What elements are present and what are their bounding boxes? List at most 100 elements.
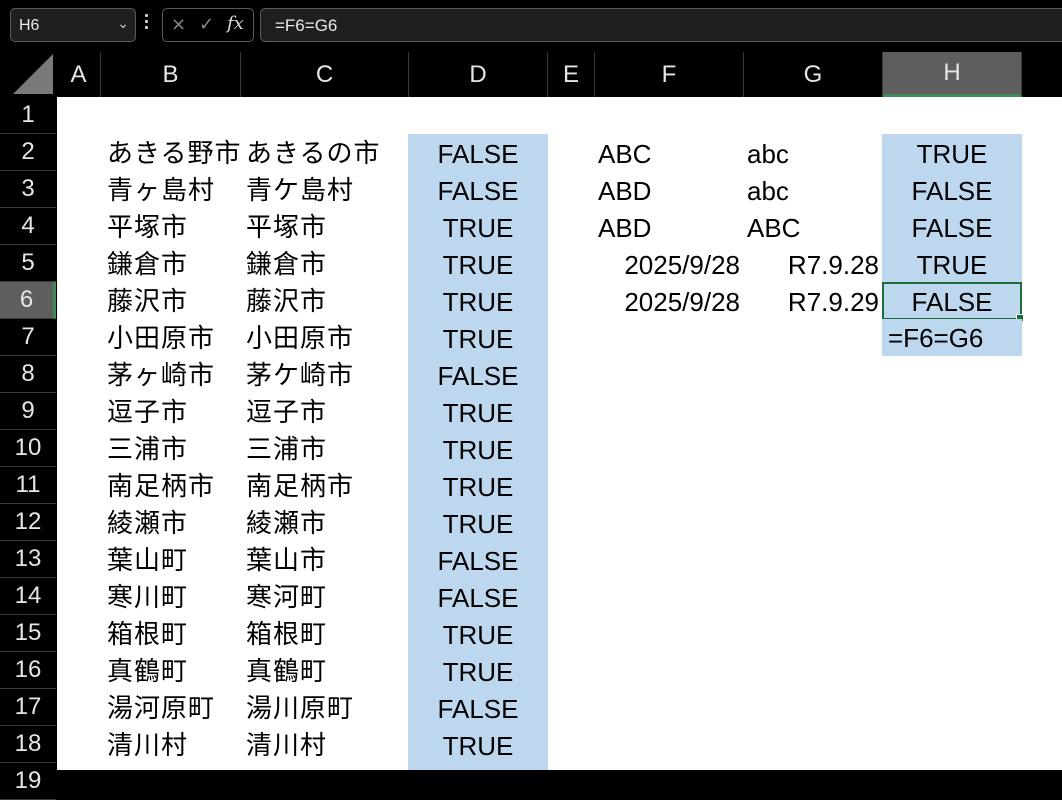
cell-b4[interactable]: 平塚市: [107, 208, 247, 245]
cell-c10[interactable]: 三浦市: [246, 430, 414, 467]
cell-h4[interactable]: FALSE: [882, 208, 1022, 245]
cell-d17[interactable]: FALSE: [408, 689, 548, 726]
column-header-f[interactable]: F: [595, 52, 744, 97]
cell-g2[interactable]: abc: [747, 134, 883, 171]
cell-h7-editing[interactable]: =F6=G6: [882, 319, 1022, 356]
column-header-c[interactable]: C: [241, 52, 409, 97]
cell-d9[interactable]: TRUE: [408, 393, 548, 430]
row-header-3[interactable]: 3: [0, 171, 56, 208]
insert-function-icon[interactable]: fx: [227, 13, 244, 34]
cell-h3[interactable]: FALSE: [882, 171, 1022, 208]
name-box-value[interactable]: H6: [19, 17, 39, 35]
row-header-6[interactable]: 6: [0, 282, 56, 319]
cell-c18[interactable]: 清川村: [246, 726, 414, 763]
column-header-e[interactable]: E: [548, 52, 595, 97]
chevron-down-icon[interactable]: ⌄: [117, 16, 129, 32]
cell-c8[interactable]: 茅ケ崎市: [246, 356, 414, 393]
cell-d4[interactable]: TRUE: [408, 208, 548, 245]
cell-b3[interactable]: 青ヶ島村: [107, 171, 247, 208]
cell-d7[interactable]: TRUE: [408, 319, 548, 356]
cell-b12[interactable]: 綾瀬市: [107, 504, 247, 541]
row-header-9[interactable]: 9: [0, 393, 56, 430]
cell-c3[interactable]: 青ケ島村: [246, 171, 414, 208]
row-header-12[interactable]: 12: [0, 504, 56, 541]
cell-c5[interactable]: 鎌倉市: [246, 245, 414, 282]
cell-c2[interactable]: あきるの市: [246, 134, 414, 171]
cell-g6[interactable]: R7.9.29: [744, 282, 883, 319]
cell-c9[interactable]: 逗子市: [246, 393, 414, 430]
name-box[interactable]: H6 ⌄: [10, 8, 136, 42]
select-all-button[interactable]: [0, 52, 56, 97]
column-header-b[interactable]: B: [101, 52, 241, 97]
formula-input-value[interactable]: =F6=G6: [275, 16, 337, 36]
cell-b7[interactable]: 小田原市: [107, 319, 247, 356]
cell-b8[interactable]: 茅ヶ崎市: [107, 356, 247, 393]
cell-f5[interactable]: 2025/9/28: [595, 245, 744, 282]
cell-d5[interactable]: TRUE: [408, 245, 548, 282]
cell-b10[interactable]: 三浦市: [107, 430, 247, 467]
row-header-15[interactable]: 15: [0, 615, 56, 652]
cell-d10[interactable]: TRUE: [408, 430, 548, 467]
cell-b13[interactable]: 葉山町: [107, 541, 247, 578]
cell-b14[interactable]: 寒川町: [107, 578, 247, 615]
cell-b17[interactable]: 湯河原町: [107, 689, 247, 726]
row-header-8[interactable]: 8: [0, 356, 56, 393]
cell-f6[interactable]: 2025/9/28: [595, 282, 744, 319]
row-header-4[interactable]: 4: [0, 208, 56, 245]
cell-d18[interactable]: TRUE: [408, 726, 548, 763]
row-header-13[interactable]: 13: [0, 541, 56, 578]
row-header-11[interactable]: 11: [0, 467, 56, 504]
cell-f3[interactable]: ABD: [598, 171, 744, 208]
cell-c11[interactable]: 南足柄市: [246, 467, 414, 504]
row-header-17[interactable]: 17: [0, 689, 56, 726]
enter-icon[interactable]: ✓: [199, 14, 214, 35]
cell-g5[interactable]: R7.9.28: [744, 245, 883, 282]
cell-g3[interactable]: abc: [747, 171, 883, 208]
row-header-10[interactable]: 10: [0, 430, 56, 467]
cell-b18[interactable]: 清川村: [107, 726, 247, 763]
column-header-a[interactable]: A: [57, 52, 101, 97]
row-header-19[interactable]: 19: [0, 763, 56, 800]
column-header-h[interactable]: H: [883, 52, 1022, 97]
cell-b11[interactable]: 南足柄市: [107, 467, 247, 504]
cell-d6[interactable]: TRUE: [408, 282, 548, 319]
cell-c15[interactable]: 箱根町: [246, 615, 414, 652]
cell-h5[interactable]: TRUE: [882, 245, 1022, 282]
cell-b6[interactable]: 藤沢市: [107, 282, 247, 319]
row-header-5[interactable]: 5: [0, 245, 56, 282]
cell-c16[interactable]: 真鶴町: [246, 652, 414, 689]
cell-d15[interactable]: TRUE: [408, 615, 548, 652]
column-header-g[interactable]: G: [744, 52, 883, 97]
cell-d12[interactable]: TRUE: [408, 504, 548, 541]
cell-b9[interactable]: 逗子市: [107, 393, 247, 430]
cell-b2[interactable]: あきる野市: [107, 134, 247, 171]
cell-c4[interactable]: 平塚市: [246, 208, 414, 245]
row-header-7[interactable]: 7: [0, 319, 56, 356]
cell-c13[interactable]: 葉山市: [246, 541, 414, 578]
row-header-1[interactable]: 1: [0, 97, 56, 134]
cell-c7[interactable]: 小田原市: [246, 319, 414, 356]
more-options-icon[interactable]: [145, 14, 149, 32]
row-header-18[interactable]: 18: [0, 726, 56, 763]
cell-c14[interactable]: 寒河町: [246, 578, 414, 615]
cell-f2[interactable]: ABC: [598, 134, 744, 171]
row-header-14[interactable]: 14: [0, 578, 56, 615]
cell-f4[interactable]: ABD: [598, 208, 744, 245]
cell-h2[interactable]: TRUE: [882, 134, 1022, 171]
cell-b16[interactable]: 真鶴町: [107, 652, 247, 689]
cell-d8[interactable]: FALSE: [408, 356, 548, 393]
formula-input[interactable]: =F6=G6: [260, 8, 1062, 42]
cell-d3[interactable]: FALSE: [408, 171, 548, 208]
cancel-icon[interactable]: ×: [171, 14, 186, 35]
cell-d2[interactable]: FALSE: [408, 134, 548, 171]
cell-b5[interactable]: 鎌倉市: [107, 245, 247, 282]
select-all-triangle-icon[interactable]: [13, 54, 53, 94]
active-cell-h6[interactable]: [882, 282, 1024, 322]
cell-d11[interactable]: TRUE: [408, 467, 548, 504]
cell-c17[interactable]: 湯川原町: [246, 689, 414, 726]
cell-d13[interactable]: FALSE: [408, 541, 548, 578]
row-header-16[interactable]: 16: [0, 652, 56, 689]
cell-c6[interactable]: 藤沢市: [246, 282, 414, 319]
cell-b15[interactable]: 箱根町: [107, 615, 247, 652]
column-header-d[interactable]: D: [409, 52, 548, 97]
